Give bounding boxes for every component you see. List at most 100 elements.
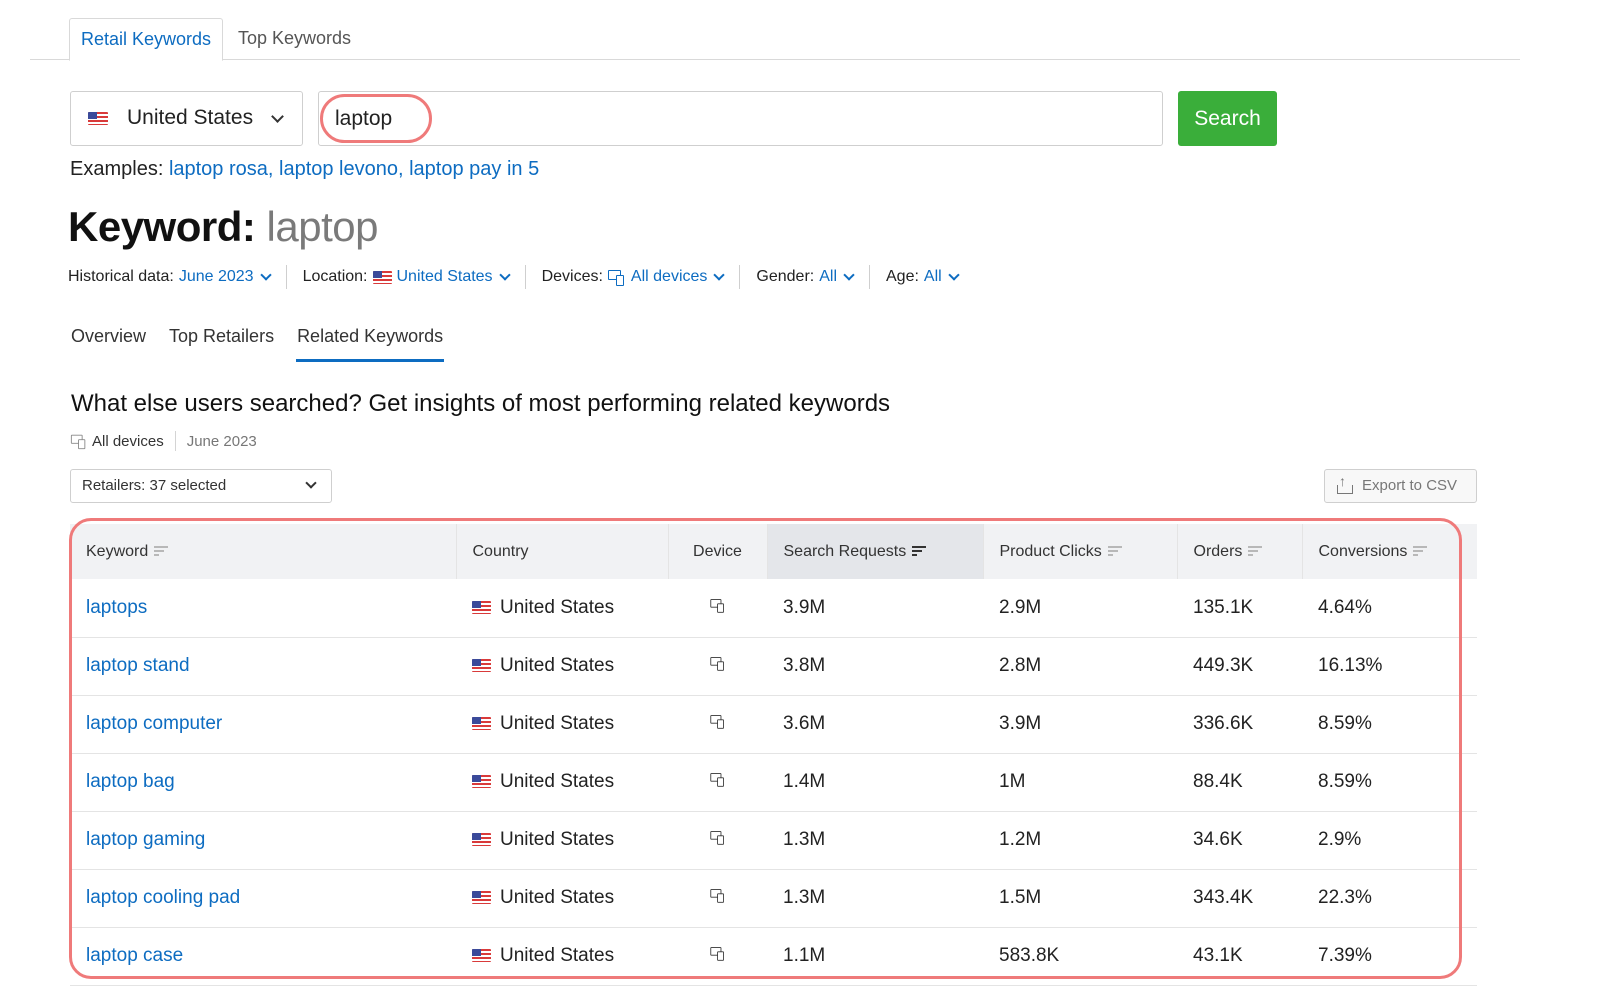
column-header-device: Device [668, 524, 768, 579]
page-title: Keyword: laptop [68, 203, 378, 251]
country-cell: United States [500, 887, 615, 908]
country-cell: United States [500, 945, 615, 966]
search-requests-cell: 1.3M [767, 869, 983, 928]
us-flag-icon [472, 775, 491, 789]
keyword-link[interactable]: laptop cooling pad [86, 887, 240, 908]
page-title-keyword: laptop [266, 203, 379, 250]
table-row: laptop gaming United States 1.3M 1.2M 34… [70, 811, 1477, 870]
tab-overview[interactable]: Overview [70, 322, 147, 362]
table-row: laptop bag United States 1.4M 1M 88.4K 8… [70, 753, 1477, 812]
us-flag-icon [472, 891, 491, 905]
section-tabs: Overview Top Retailers Related Keywords [70, 322, 465, 362]
filter-devices[interactable]: Devices: All devices [542, 265, 741, 289]
chevron-down-icon [305, 477, 317, 489]
divider [174, 431, 176, 451]
country-cell: United States [500, 655, 615, 676]
product-clicks-cell: 583.8K [983, 927, 1177, 986]
column-header-search-requests[interactable]: Search Requests [767, 524, 984, 579]
table-header-row: Keyword Country Device Search Requests P… [70, 524, 1477, 579]
us-flag-icon [472, 717, 491, 731]
table-row: laptops United States 3.9M 2.9M 135.1K 4… [70, 579, 1477, 638]
column-header-label: Orders [1193, 542, 1243, 560]
sort-icon [1248, 545, 1263, 557]
column-header-conversions[interactable]: Conversions [1302, 524, 1477, 579]
table-row: laptop stand United States 3.8M 2.8M 449… [70, 637, 1477, 696]
filter-age-label: Age: [886, 268, 919, 285]
export-csv-button[interactable]: Export to CSV [1324, 469, 1477, 503]
table-row: laptop cooling pad United States 1.3M 1.… [70, 869, 1477, 928]
devices-icon [607, 269, 626, 286]
retailers-select[interactable]: Retailers: 37 selected [70, 469, 332, 503]
sort-icon [1107, 545, 1122, 557]
column-header-keyword[interactable]: Keyword [70, 524, 457, 579]
filter-devices-value: All devices [630, 268, 708, 285]
orders-cell: 449.3K [1177, 637, 1302, 696]
filter-gender[interactable]: Gender: All [756, 265, 870, 289]
product-clicks-cell: 2.9M [983, 579, 1177, 638]
us-flag-icon [88, 112, 108, 125]
country-cell: United States [500, 829, 615, 850]
filter-location[interactable]: Location: United States [303, 265, 526, 289]
column-header-label: Device [693, 542, 742, 560]
conversions-cell: 8.59% [1302, 695, 1477, 754]
tab-related-keywords[interactable]: Related Keywords [296, 322, 445, 362]
conversions-cell: 7.39% [1302, 927, 1477, 986]
orders-cell: 43.1K [1177, 927, 1302, 986]
orders-cell: 34.6K [1177, 811, 1302, 870]
us-flag-icon [372, 270, 392, 284]
us-flag-icon [472, 949, 491, 963]
examples: Examples: laptop rosa, laptop levono, la… [70, 158, 539, 181]
search-requests-cell: 1.3M [767, 811, 983, 870]
devices-icon [709, 947, 725, 961]
orders-cell: 88.4K [1177, 753, 1302, 812]
related-keywords-table: Keyword Country Device Search Requests P… [70, 524, 1477, 986]
chevron-down-icon [948, 269, 960, 281]
table-row: laptop computer United States 3.6M 3.9M … [70, 695, 1477, 754]
keyword-link[interactable]: laptop gaming [86, 829, 205, 850]
section-meta: All devices June 2023 [70, 431, 257, 451]
section-heading: What else users searched? Get insights o… [71, 390, 891, 417]
filter-age[interactable]: Age: All [886, 265, 974, 289]
search-button[interactable]: Search [1178, 91, 1277, 146]
examples-links[interactable]: laptop rosa, laptop levono, laptop pay i… [169, 158, 539, 180]
filter-age-value: All [923, 268, 942, 285]
us-flag-icon [472, 601, 491, 615]
filter-gender-value: All [819, 268, 837, 285]
search-requests-cell: 1.4M [767, 753, 983, 812]
search-requests-cell: 1.1M [767, 927, 983, 986]
country-cell: United States [500, 771, 615, 792]
tab-top-keywords[interactable]: Top Keywords [227, 18, 362, 60]
filter-historical-data[interactable]: Historical data: June 2023 [68, 265, 287, 289]
devices-icon [709, 657, 725, 671]
sort-icon [912, 545, 927, 557]
tab-retail-keywords[interactable]: Retail Keywords [69, 18, 224, 61]
keyword-link[interactable]: laptop stand [86, 655, 190, 676]
devices-icon [70, 434, 87, 449]
country-select[interactable]: United States [70, 91, 303, 146]
column-header-product-clicks[interactable]: Product Clicks [983, 524, 1178, 579]
sort-icon [154, 545, 169, 557]
keyword-link[interactable]: laptops [86, 597, 147, 618]
keyword-link[interactable]: laptop computer [86, 713, 222, 734]
devices-icon [709, 598, 725, 613]
conversions-cell: 16.13% [1302, 637, 1477, 696]
search-input[interactable] [335, 104, 935, 134]
country-cell: United States [500, 596, 615, 618]
product-clicks-cell: 3.9M [983, 695, 1177, 754]
conversions-cell: 2.9% [1302, 811, 1477, 870]
product-clicks-cell: 2.8M [983, 637, 1177, 696]
sort-icon [1413, 545, 1428, 557]
tab-top-retailers[interactable]: Top Retailers [168, 322, 275, 362]
orders-cell: 135.1K [1177, 579, 1302, 638]
export-icon [1337, 473, 1353, 494]
meta-devices: All devices [92, 432, 164, 450]
devices-icon [709, 773, 725, 787]
country-cell: United States [500, 713, 615, 734]
keyword-link[interactable]: laptop bag [86, 771, 175, 792]
filters-bar: Historical data: June 2023 Location: Uni… [68, 264, 990, 290]
column-header-orders[interactable]: Orders [1177, 524, 1303, 579]
column-header-label: Product Clicks [999, 542, 1102, 560]
keyword-link[interactable]: laptop case [86, 945, 183, 966]
product-clicks-cell: 1.5M [983, 869, 1177, 928]
retailers-select-label: Retailers: 37 selected [82, 477, 227, 494]
